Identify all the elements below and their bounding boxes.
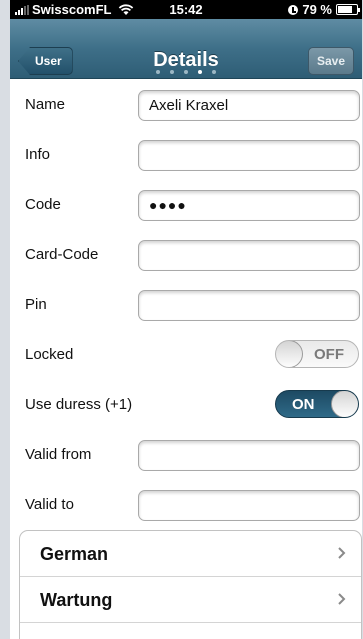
- page-dot: [170, 70, 174, 74]
- info-label: Info: [25, 146, 51, 163]
- name-field[interactable]: Axeli Kraxel: [138, 90, 360, 121]
- navigation-bar: User Details Save: [10, 19, 362, 79]
- code-row: Code ●●●●: [10, 180, 362, 230]
- valid-from-label: Valid from: [25, 446, 92, 463]
- valid-to-field[interactable]: [138, 490, 360, 521]
- locked-label: Locked: [25, 346, 74, 363]
- toggle-knob: [276, 341, 303, 367]
- locked-toggle[interactable]: OFF: [275, 340, 359, 368]
- menu-item-wartung[interactable]: Wartung: [20, 577, 361, 623]
- save-button[interactable]: Save: [307, 47, 354, 75]
- menu-group: German Wartung: [19, 530, 362, 639]
- menu-item-label: Wartung: [40, 590, 113, 610]
- duress-row: Use duress (+1) ON: [10, 380, 362, 430]
- details-form: Name Axeli Kraxel Info Code ●●●● Card-Co…: [10, 80, 362, 530]
- pin-row: Pin: [10, 280, 362, 330]
- menu-item-german[interactable]: German: [20, 531, 361, 577]
- battery-icon: [336, 4, 360, 15]
- pin-label: Pin: [25, 296, 47, 313]
- duress-toggle[interactable]: ON: [275, 390, 359, 418]
- valid-from-row: Valid from: [10, 430, 362, 480]
- status-bar: SwisscomFL 15:42 79 %: [10, 0, 362, 19]
- card-code-label: Card-Code: [25, 246, 99, 263]
- status-right: 79 %: [288, 2, 360, 17]
- duress-toggle-state: ON: [292, 395, 315, 413]
- code-field[interactable]: ●●●●: [138, 190, 360, 221]
- page-dot: [184, 70, 188, 74]
- pin-field[interactable]: [138, 290, 360, 321]
- locked-toggle-state: OFF: [314, 345, 344, 363]
- page-dot: [212, 70, 216, 74]
- card-code-field[interactable]: [138, 240, 360, 271]
- info-field[interactable]: [138, 140, 360, 171]
- card-code-row: Card-Code: [10, 230, 362, 280]
- menu-item-label: German: [40, 544, 109, 564]
- valid-from-field[interactable]: [138, 440, 360, 471]
- valid-to-label: Valid to: [25, 496, 74, 513]
- name-label: Name: [25, 96, 66, 113]
- rotation-lock-icon: [288, 4, 299, 15]
- page-dot: [156, 70, 160, 74]
- name-row: Name Axeli Kraxel: [10, 80, 362, 130]
- chevron-right-icon: [338, 593, 346, 605]
- chevron-right-icon: [338, 547, 346, 559]
- duress-label: Use duress (+1): [25, 396, 133, 413]
- info-row: Info: [10, 130, 362, 180]
- toggle-knob: [331, 391, 358, 417]
- battery-fill: [338, 6, 353, 13]
- locked-row: Locked OFF: [10, 330, 362, 380]
- valid-to-row: Valid to: [10, 480, 362, 530]
- page-dot: [198, 70, 202, 74]
- code-label: Code: [25, 196, 61, 213]
- phone-screen: SwisscomFL 15:42 79 % User Details Save …: [10, 0, 362, 639]
- battery-percent: 79 %: [302, 2, 332, 17]
